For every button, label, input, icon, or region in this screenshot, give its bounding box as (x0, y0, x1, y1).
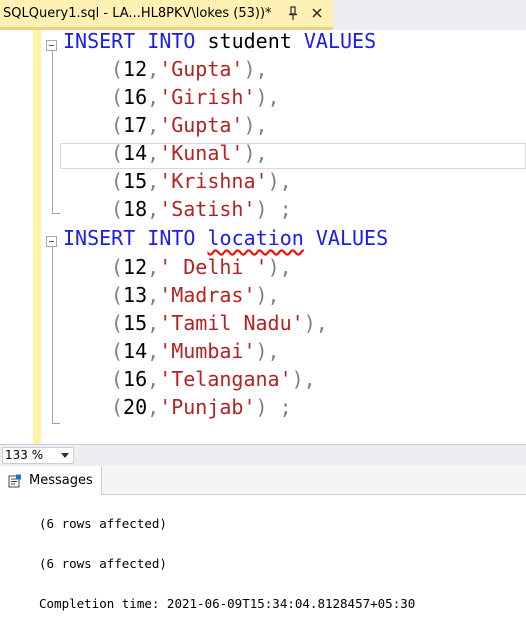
keyword: VALUES (303, 29, 377, 53)
outline-line-2 (52, 247, 53, 423)
value-string: 'Krishna' (159, 169, 268, 193)
value-string: 'Satish' (159, 197, 256, 221)
outline-end-2 (52, 423, 60, 424)
value-string: 'Girish' (159, 85, 256, 109)
message-line: (6 rows affected) (39, 516, 167, 531)
code-line-values-row: (18,'Satish') ; (111, 197, 292, 221)
code-line-values-row: (17,'Gupta'), (111, 113, 268, 137)
value-number: 14 (123, 141, 148, 165)
message-line: (6 rows affected) (39, 556, 167, 571)
tab-messages-label: Messages (29, 473, 93, 488)
row-terminator: ), (243, 57, 268, 81)
zoom-value: 133 % (5, 448, 44, 462)
query-editor[interactable]: INSERT INTO student VALUES (12,'Gupta'),… (0, 28, 526, 444)
value-string: 'Gupta' (159, 113, 244, 137)
code-line-values-row: (15,'Tamil Nadu'), (111, 311, 328, 335)
row-terminator: ) ; (255, 197, 292, 221)
row-terminator: ) ; (255, 395, 292, 419)
outline-line-1 (52, 51, 53, 213)
keyword: INTO (147, 226, 196, 250)
code-line-values-row: (12,' Delhi '), (111, 255, 292, 279)
row-terminator: ), (243, 141, 268, 165)
table-name-misspelled: location (207, 226, 304, 250)
messages-icon (8, 474, 21, 488)
value-string: 'Mumbai' (159, 339, 256, 363)
collapse-toggle-1[interactable] (46, 40, 57, 51)
value-string: ' Delhi ' (159, 255, 268, 279)
code-line-insert-location: INSERT INTO location VALUES (63, 225, 388, 251)
code-line-values-row: (12,'Gupta'), (111, 57, 268, 81)
code-line-values-row: (14,'Kunal'), (111, 141, 268, 165)
message-line: Completion time: 2021-06-09T15:34:04.812… (39, 596, 416, 611)
value-string: 'Madras' (159, 283, 256, 307)
row-terminator: ), (267, 255, 292, 279)
table-name: student (207, 29, 292, 53)
value-number: 12 (123, 255, 148, 279)
row-terminator: ), (267, 169, 292, 193)
code-line-values-row: (13,'Madras'), (111, 283, 280, 307)
row-terminator: ), (255, 283, 280, 307)
value-string: 'Tamil Nadu' (159, 311, 304, 335)
editor-change-margin (33, 30, 41, 444)
code-line-values-row: (14,'Mumbai'), (111, 339, 280, 363)
keyword: INTO (147, 29, 196, 53)
value-number: 16 (123, 367, 148, 391)
editor-status-strip: 133 % (0, 444, 526, 466)
value-string: 'Telangana' (159, 367, 292, 391)
row-terminator: ), (291, 367, 316, 391)
value-number: 15 (123, 169, 148, 193)
code-line-values-row: (20,'Punjab') ; (111, 395, 292, 419)
zoom-dropdown[interactable]: 133 % (2, 447, 74, 464)
value-string: 'Punjab' (159, 395, 256, 419)
value-number: 13 (123, 283, 148, 307)
keyword: INSERT (63, 226, 136, 250)
code-line-values-row: (15,'Krishna'), (111, 169, 292, 193)
pin-icon[interactable] (286, 5, 300, 21)
value-number: 20 (123, 395, 148, 419)
outline-end-1 (52, 213, 60, 214)
tab-messages[interactable]: Messages (0, 466, 102, 495)
keyword: VALUES (315, 226, 389, 250)
keyword: INSERT (63, 29, 136, 53)
document-tab-title: SQLQuery1.sql - LA...HL8PKV\lokes (53))* (3, 6, 272, 21)
row-terminator: ), (303, 311, 328, 335)
value-number: 12 (123, 57, 148, 81)
value-string: 'Kunal' (159, 141, 244, 165)
code-line-values-row: (16,'Girish'), (111, 85, 280, 109)
row-terminator: ), (255, 339, 280, 363)
close-icon[interactable] (310, 5, 324, 21)
chevron-down-icon[interactable] (61, 453, 69, 458)
document-tab-bar: SQLQuery1.sql - LA...HL8PKV\lokes (53))* (0, 0, 526, 30)
row-terminator: ), (243, 113, 268, 137)
value-number: 18 (123, 197, 148, 221)
collapse-toggle-2[interactable] (46, 236, 57, 247)
code-line-insert-student: INSERT INTO student VALUES (63, 28, 376, 54)
value-number: 14 (123, 339, 148, 363)
row-terminator: ), (255, 85, 280, 109)
value-number: 15 (123, 311, 148, 335)
results-pane: Messages (6 rows affected) (6 rows affec… (0, 466, 526, 626)
code-line-values-row: (16,'Telangana'), (111, 367, 316, 391)
value-number: 16 (123, 85, 148, 109)
value-string: 'Gupta' (159, 57, 244, 81)
results-tab-bar: Messages (0, 466, 526, 495)
document-tab[interactable]: SQLQuery1.sql - LA...HL8PKV\lokes (53))* (0, 0, 333, 30)
value-number: 17 (123, 113, 148, 137)
